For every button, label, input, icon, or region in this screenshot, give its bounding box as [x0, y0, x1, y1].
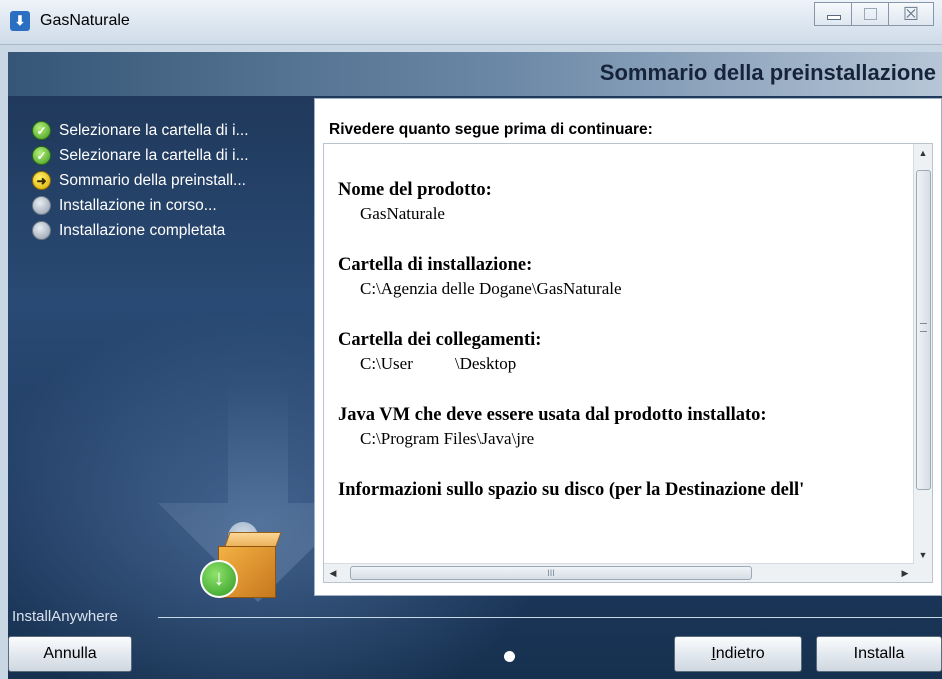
app-icon: ⬇: [10, 11, 30, 31]
circle-icon: [32, 221, 51, 240]
cancel-button[interactable]: Annulla: [8, 636, 132, 672]
summary-item: Cartella di installazione: C:\Agenzia de…: [338, 253, 898, 301]
value-part: C:\User: [360, 354, 413, 373]
arrow-right-icon: ➜: [32, 171, 51, 190]
step-item: ✓ Selezionare la cartella di i...: [32, 143, 312, 168]
check-icon: ✓: [32, 146, 51, 165]
window-controls: ☒: [814, 2, 934, 26]
summary-item: Nome del prodotto: GasNaturale: [338, 178, 898, 226]
page-title: Sommario della preinstallazione: [599, 60, 936, 85]
summary-item-value: C:\User \Desktop: [338, 352, 898, 376]
maximize-button[interactable]: [851, 2, 889, 26]
check-icon: ✓: [32, 121, 51, 140]
summary-item-value: GasNaturale: [360, 204, 445, 223]
back-button[interactable]: Indietro: [674, 636, 802, 672]
value-part: \Desktop: [454, 354, 517, 373]
scroll-right-icon[interactable]: ▶: [896, 564, 914, 582]
summary-panel: Rivedere quanto segue prima di continuar…: [314, 98, 942, 596]
step-item: ✓ Selezionare la cartella di i...: [32, 118, 312, 143]
summary-scroll-area[interactable]: Nome del prodotto: GasNaturale Cartella …: [323, 143, 933, 583]
summary-heading: Rivedere quanto segue prima di continuar…: [329, 121, 653, 138]
summary-item-label: Informazioni sullo spazio su disco (per …: [338, 480, 805, 500]
download-icon: ↓: [200, 560, 238, 598]
installer-box-icon: ↓: [200, 522, 284, 602]
window-title: GasNaturale: [40, 12, 130, 29]
summary-item-label: Cartella dei collegamenti:: [338, 330, 542, 350]
step-label: Selezionare la cartella di i...: [59, 146, 249, 164]
vertical-scroll-thumb[interactable]: [916, 170, 931, 490]
step-label: Installazione completata: [59, 221, 226, 239]
summary-item: Java VM che deve essere usata dal prodot…: [338, 403, 898, 451]
scroll-down-icon[interactable]: ▼: [914, 546, 932, 564]
grip-icon: [920, 323, 927, 332]
summary-list: Nome del prodotto: GasNaturale Cartella …: [338, 178, 898, 504]
close-button[interactable]: ☒: [888, 2, 934, 26]
install-button[interactable]: Installa: [816, 636, 942, 672]
summary-item: Informazioni sullo spazio su disco (per …: [338, 478, 898, 504]
header-band: Sommario della preinstallazione: [8, 52, 942, 96]
step-label: Installazione in corso...: [59, 196, 217, 214]
progress-dot: [504, 651, 515, 662]
vertical-scrollbar[interactable]: ▲ ▼: [913, 144, 932, 564]
summary-item-label: Java VM che deve essere usata dal prodot…: [338, 405, 767, 425]
scroll-up-icon[interactable]: ▲: [914, 144, 932, 162]
horizontal-scroll-thumb[interactable]: III: [350, 566, 752, 580]
scroll-corner: [914, 564, 932, 582]
scroll-left-icon[interactable]: ◀: [324, 564, 342, 582]
circle-icon: [32, 196, 51, 215]
summary-item-value: C:\Program Files\Java\jre: [360, 429, 535, 448]
summary-item-label: Nome del prodotto:: [338, 180, 492, 200]
step-item: Installazione completata: [32, 218, 312, 243]
installer-body: Sommario della preinstallazione ✓ Selezi…: [8, 52, 942, 679]
step-item: Installazione in corso...: [32, 193, 312, 218]
minimize-button[interactable]: [814, 2, 852, 26]
horizontal-scrollbar[interactable]: ◀ III ▶: [324, 563, 914, 582]
step-label: Sommario della preinstall...: [59, 171, 246, 189]
title-bar: ⬇ GasNaturale ☒: [0, 0, 942, 45]
footer-divider: [158, 617, 942, 618]
step-label: Selezionare la cartella di i...: [59, 121, 249, 139]
brand-label: InstallAnywhere: [12, 608, 118, 625]
summary-item: Cartella dei collegamenti: C:\User \Deskt…: [338, 328, 898, 376]
step-list: ✓ Selezionare la cartella di i... ✓ Sele…: [32, 118, 312, 243]
step-item-current: ➜ Sommario della preinstall...: [32, 168, 312, 193]
summary-item-value: C:\Agenzia delle Dogane\GasNaturale: [360, 279, 622, 298]
summary-item-label: Cartella di installazione:: [338, 255, 533, 275]
